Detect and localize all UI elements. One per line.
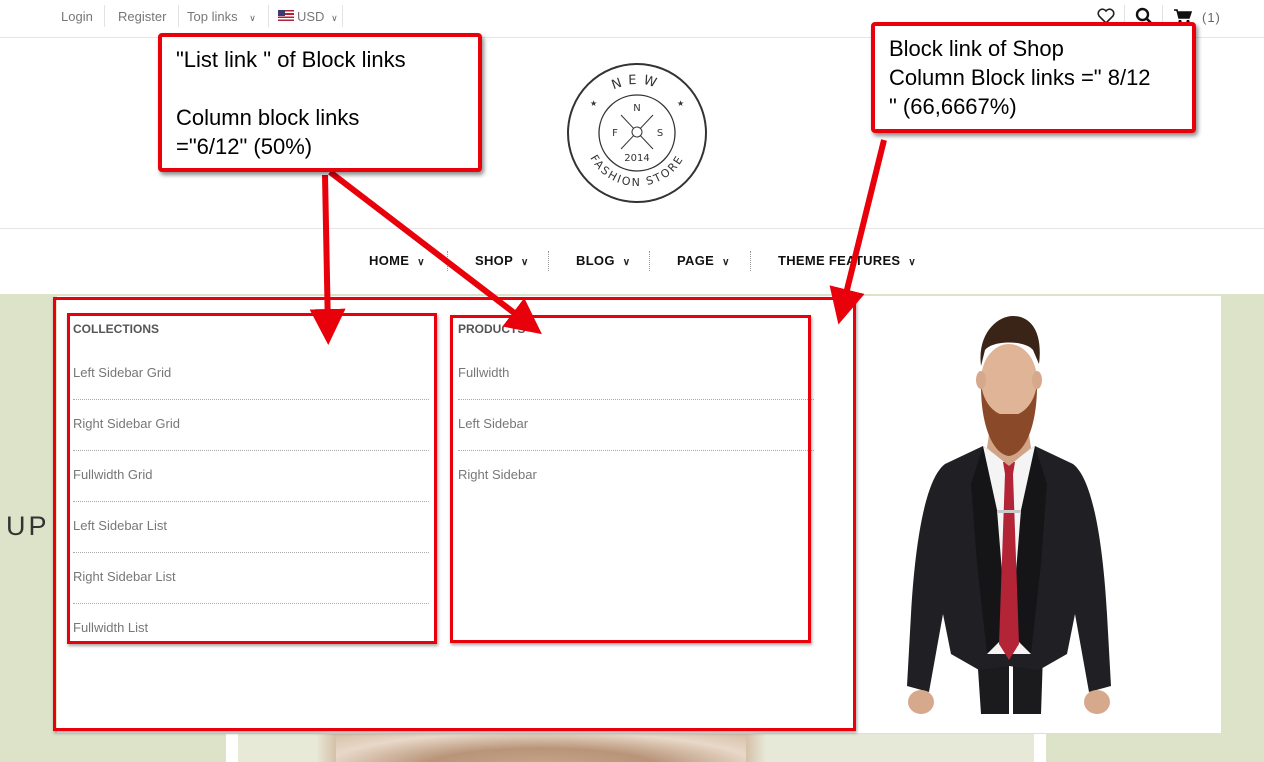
divider (178, 5, 179, 27)
us-flag-icon (278, 10, 294, 21)
nav-item-label: BLOG (576, 253, 615, 268)
logo-f: F (612, 128, 618, 139)
left-annotation-callout: "List link " of Block links Column block… (158, 33, 482, 172)
chevron-down-icon: ∨ (417, 257, 425, 268)
callout-line: Column Block links =" 8/12 (889, 65, 1151, 90)
login-link[interactable]: Login (61, 9, 93, 24)
logo-star: ★ (677, 99, 684, 108)
products-column-highlight (450, 315, 811, 643)
callout-line: ="6/12" (50%) (176, 134, 313, 159)
hero-text: UP (6, 511, 50, 541)
nav-item-shop[interactable]: SHOP ∨ (475, 253, 529, 268)
nav-divider (447, 251, 448, 271)
nav-divider (548, 251, 549, 271)
currency-label: USD (297, 9, 325, 24)
top-links-label: Top links (187, 9, 238, 24)
chevron-down-icon: ∨ (622, 257, 631, 268)
divider (104, 5, 105, 27)
main-nav: HOME ∨ SHOP ∨ BLOG ∨ PAGE ∨ THEME FEATURES ∨ (0, 228, 1264, 295)
chevron-down-icon: ∨ (331, 13, 338, 23)
hero-slide-image (226, 734, 1046, 762)
logo-s: S (657, 128, 663, 139)
chevron-down-icon: ∨ (249, 13, 256, 23)
store-logo[interactable]: NEW FASHION STORE ★ ★ N F S 2014 (566, 62, 708, 204)
chevron-down-icon: ∨ (722, 257, 730, 268)
nav-divider (649, 251, 650, 271)
cart-count[interactable]: (1) (1202, 10, 1221, 25)
nav-item-page[interactable]: PAGE ∨ (677, 253, 730, 268)
chevron-down-icon: ∨ (908, 257, 917, 268)
nav-item-blog[interactable]: BLOG ∨ (576, 253, 630, 268)
nav-item-home[interactable]: HOME ∨ (369, 253, 425, 268)
right-annotation-callout: Block link of Shop Column Block links ="… (871, 22, 1196, 133)
callout-line: " (66,6667%) (889, 94, 1017, 119)
top-links-dropdown[interactable]: Top links ∨ (187, 9, 256, 24)
logo-year: 2014 (624, 153, 649, 164)
chevron-down-icon: ∨ (521, 257, 529, 268)
callout-line: Block link of Shop (889, 36, 1064, 61)
logo-n: N (633, 103, 640, 114)
nav-item-label: HOME (369, 253, 410, 268)
collections-column-highlight (67, 313, 437, 644)
callout-line: Column block links (176, 105, 360, 130)
currency-dropdown[interactable]: USD ∨ (297, 9, 338, 24)
nav-item-label: THEME FEATURES (778, 253, 901, 268)
divider (268, 5, 269, 27)
logo-star: ★ (590, 99, 597, 108)
nav-divider (750, 251, 751, 271)
register-link[interactable]: Register (118, 9, 166, 24)
nav-item-label: SHOP (475, 253, 514, 268)
callout-line: "List link " of Block links (176, 47, 406, 72)
nav-item-theme-features[interactable]: THEME FEATURES ∨ (778, 253, 916, 268)
divider (342, 5, 343, 27)
model-product-image[interactable] (885, 314, 1133, 714)
nav-item-label: PAGE (677, 253, 715, 268)
